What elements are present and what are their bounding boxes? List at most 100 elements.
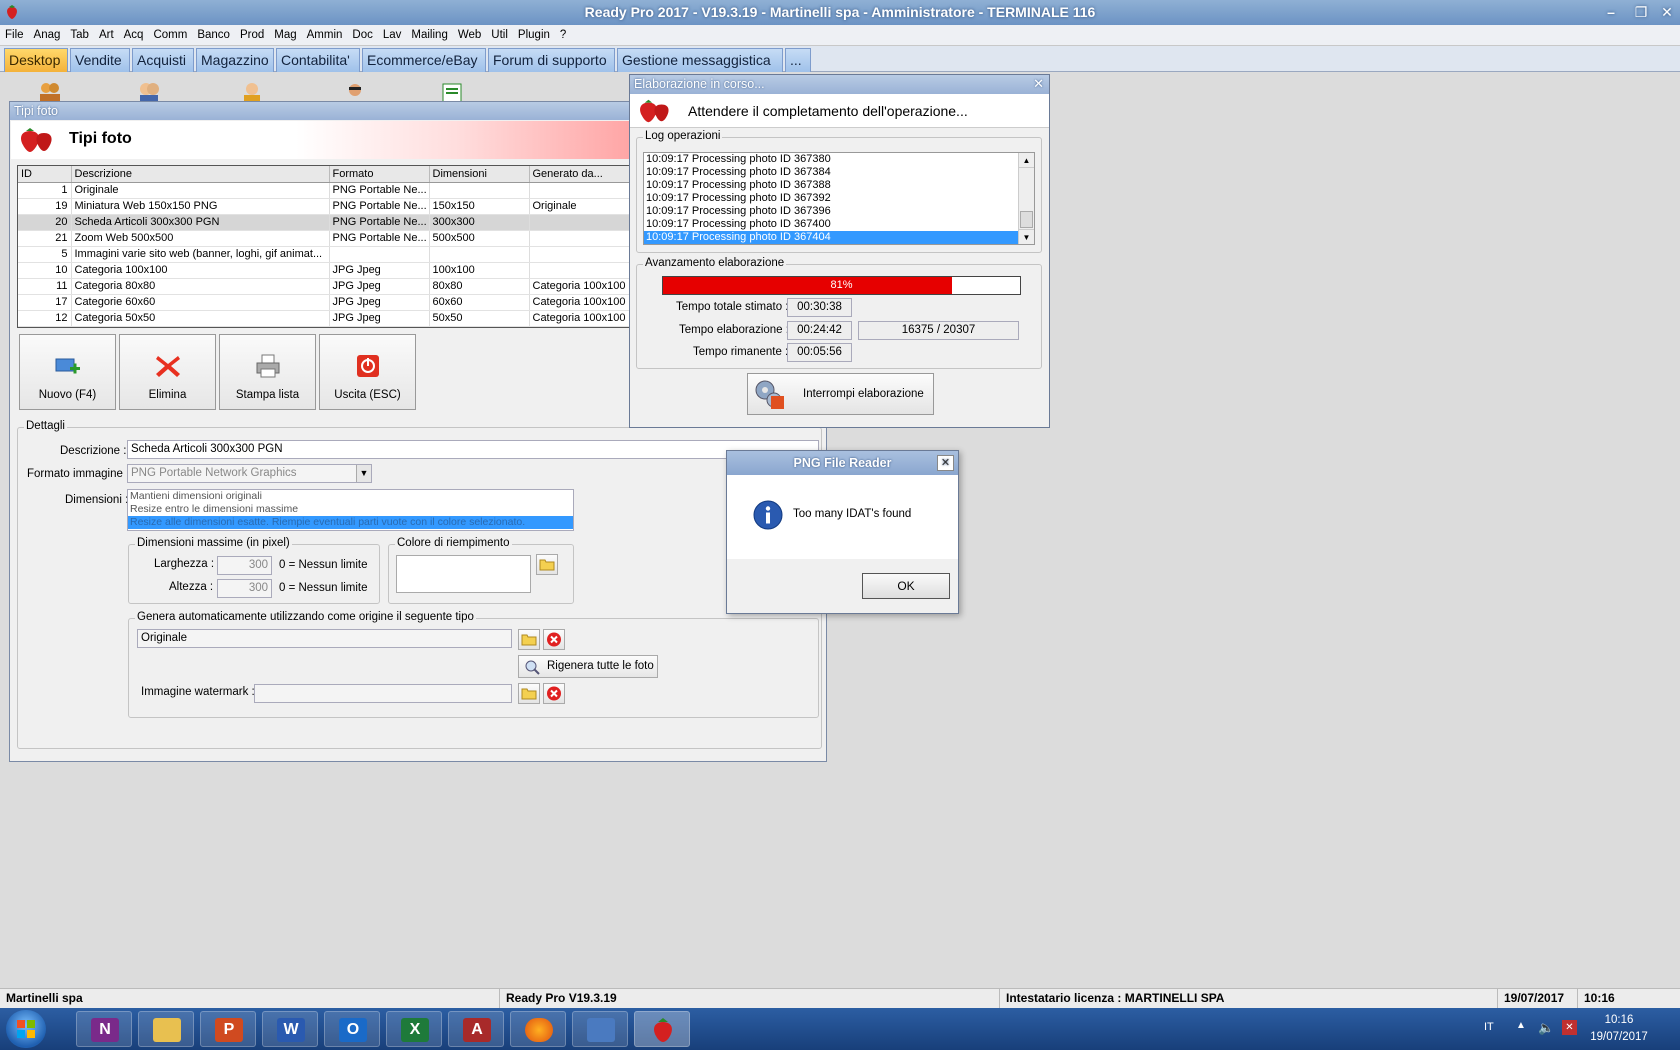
formato-label: Formato immagine :: [27, 468, 130, 480]
menu-item[interactable]: Mailing: [406, 25, 452, 46]
tab-7[interactable]: Gestione messaggistica: [617, 48, 783, 72]
menu-item[interactable]: Lav: [378, 25, 407, 46]
scroll-up-icon[interactable]: ▲: [1019, 153, 1034, 168]
menu-item[interactable]: File: [0, 25, 29, 46]
tab-1[interactable]: Vendite: [70, 48, 130, 72]
menu-item[interactable]: Acq: [119, 25, 149, 46]
volume-muted-icon[interactable]: 🔈: [1538, 1020, 1554, 1036]
origine-input[interactable]: Originale: [137, 629, 512, 648]
menu-item[interactable]: Anag: [29, 25, 66, 46]
menu-item[interactable]: Ammin: [302, 25, 348, 46]
document-icon[interactable]: [440, 80, 464, 103]
table-cell: JPG Jpeg: [329, 262, 430, 279]
contacts-icon[interactable]: [137, 80, 161, 102]
watermark-clear-button[interactable]: [543, 683, 565, 704]
colore-swatch[interactable]: [396, 555, 531, 593]
scroll-thumb[interactable]: [1020, 211, 1033, 228]
agent-icon[interactable]: [240, 80, 264, 102]
dimensioni-listbox[interactable]: Mantieni dimensioni originali Resize ent…: [127, 489, 574, 531]
close-icon[interactable]: ✕: [937, 455, 954, 471]
column-header[interactable]: ID: [18, 166, 72, 183]
log-item[interactable]: 10:09:17 Processing photo ID 367384: [644, 166, 1019, 179]
minimize-button[interactable]: –: [1598, 2, 1624, 22]
log-listbox[interactable]: 10:09:17 Processing photo ID 367380 10:09…: [643, 152, 1035, 245]
clock-time[interactable]: 10:16: [1583, 1014, 1655, 1026]
menu-item[interactable]: ?: [555, 25, 571, 46]
action-center-icon[interactable]: ✕: [1562, 1020, 1577, 1035]
log-item[interactable]: 10:09:17 Processing photo ID 367388: [644, 179, 1019, 192]
print-button[interactable]: Stampa lista: [219, 334, 316, 410]
menu-item[interactable]: Web: [453, 25, 486, 46]
log-item[interactable]: 10:09:17 Processing photo ID 367404: [644, 231, 1019, 244]
altezza-input[interactable]: 300: [217, 579, 272, 598]
folder-icon: [521, 688, 537, 700]
menu-bar: File Anag Tab Art Acq Comm Banco Prod Mag Ammin Do…: [0, 25, 1680, 46]
column-header[interactable]: Dimensioni: [429, 166, 530, 183]
menu-item[interactable]: Art: [94, 25, 119, 46]
colore-browse-button[interactable]: [536, 554, 558, 575]
language-indicator[interactable]: IT: [1484, 1021, 1494, 1033]
table-cell: 10: [18, 262, 72, 279]
users-icon[interactable]: [38, 80, 62, 102]
tab-0[interactable]: Desktop: [4, 48, 68, 72]
dimensioni-option-selected[interactable]: Resize alle dimensioni esatte. Riempie e…: [128, 516, 573, 529]
menu-item[interactable]: Prod: [235, 25, 269, 46]
taskbar-excel[interactable]: X: [386, 1011, 442, 1047]
origine-browse-button[interactable]: [518, 629, 540, 650]
taskbar-onenote[interactable]: N: [76, 1011, 132, 1047]
taskbar-explorer[interactable]: [138, 1011, 194, 1047]
tab-4[interactable]: Contabilita': [276, 48, 360, 72]
close-button[interactable]: ✕: [1654, 2, 1680, 22]
ok-button[interactable]: OK: [862, 573, 950, 599]
dimensioni-option[interactable]: Mantieni dimensioni originali: [128, 490, 573, 503]
taskbar-firefox[interactable]: [510, 1011, 566, 1047]
column-header[interactable]: Formato: [329, 166, 430, 183]
taskbar-access[interactable]: A: [448, 1011, 504, 1047]
clock-date[interactable]: 19/07/2017: [1583, 1031, 1655, 1043]
menu-item[interactable]: Util: [486, 25, 513, 46]
descrizione-input[interactable]: Scheda Articoli 300x300 PGN: [127, 440, 819, 459]
log-item[interactable]: 10:09:17 Processing photo ID 367396: [644, 205, 1019, 218]
scroll-down-icon[interactable]: ▼: [1019, 229, 1034, 244]
dimensioni-option[interactable]: Resize entro le dimensioni massime: [128, 503, 573, 516]
rigenera-button[interactable]: Rigenera tutte le foto: [518, 655, 658, 678]
tab-5[interactable]: Ecommerce/eBay: [362, 48, 486, 72]
stop-button[interactable]: Interrompi elaborazione: [747, 373, 934, 415]
origine-clear-button[interactable]: [543, 629, 565, 650]
column-header[interactable]: Descrizione: [71, 166, 330, 183]
tab-8[interactable]: ...: [785, 48, 811, 72]
log-scrollbar[interactable]: ▲ ▼: [1018, 153, 1034, 244]
start-button[interactable]: [6, 1010, 46, 1048]
strawberry-icon: [7, 5, 17, 19]
taskbar-readypro[interactable]: [634, 1011, 690, 1047]
watermark-browse-button[interactable]: [518, 683, 540, 704]
menu-item[interactable]: Doc: [347, 25, 377, 46]
formato-select[interactable]: PNG Portable Network Graphics ▼: [127, 464, 372, 483]
new-button[interactable]: Nuovo (F4): [19, 334, 116, 410]
delete-button[interactable]: Elimina: [119, 334, 216, 410]
taskbar-word[interactable]: W: [262, 1011, 318, 1047]
menu-item[interactable]: Tab: [65, 25, 94, 46]
exit-button[interactable]: Uscita (ESC): [319, 334, 416, 410]
descrizione-label: Descrizione :: [60, 445, 127, 457]
watermark-input[interactable]: [254, 684, 512, 703]
menu-item[interactable]: Banco: [192, 25, 235, 46]
tray-expand-icon[interactable]: ▲: [1516, 1020, 1526, 1031]
log-item[interactable]: 10:09:17 Processing photo ID 367392: [644, 192, 1019, 205]
restore-button[interactable]: ❐: [1628, 2, 1654, 22]
tab-3[interactable]: Magazzino: [196, 48, 274, 72]
menu-item[interactable]: Comm: [148, 25, 192, 46]
taskbar-outlook[interactable]: O: [324, 1011, 380, 1047]
larghezza-input[interactable]: 300: [217, 556, 272, 575]
menu-item[interactable]: Plugin: [513, 25, 555, 46]
operator-icon[interactable]: [343, 80, 367, 102]
close-icon[interactable]: ✕: [1033, 75, 1044, 93]
tab-2[interactable]: Acquisti: [132, 48, 194, 72]
menu-item[interactable]: Mag: [269, 25, 301, 46]
taskbar-powerpoint[interactable]: P: [200, 1011, 256, 1047]
log-item[interactable]: 10:09:17 Processing photo ID 367400: [644, 218, 1019, 231]
tab-6[interactable]: Forum di supporto: [488, 48, 615, 72]
log-item[interactable]: 10:09:17 Processing photo ID 367380: [644, 153, 1019, 166]
chevron-down-icon[interactable]: ▼: [356, 465, 371, 482]
taskbar-remote-desktop[interactable]: [572, 1011, 628, 1047]
